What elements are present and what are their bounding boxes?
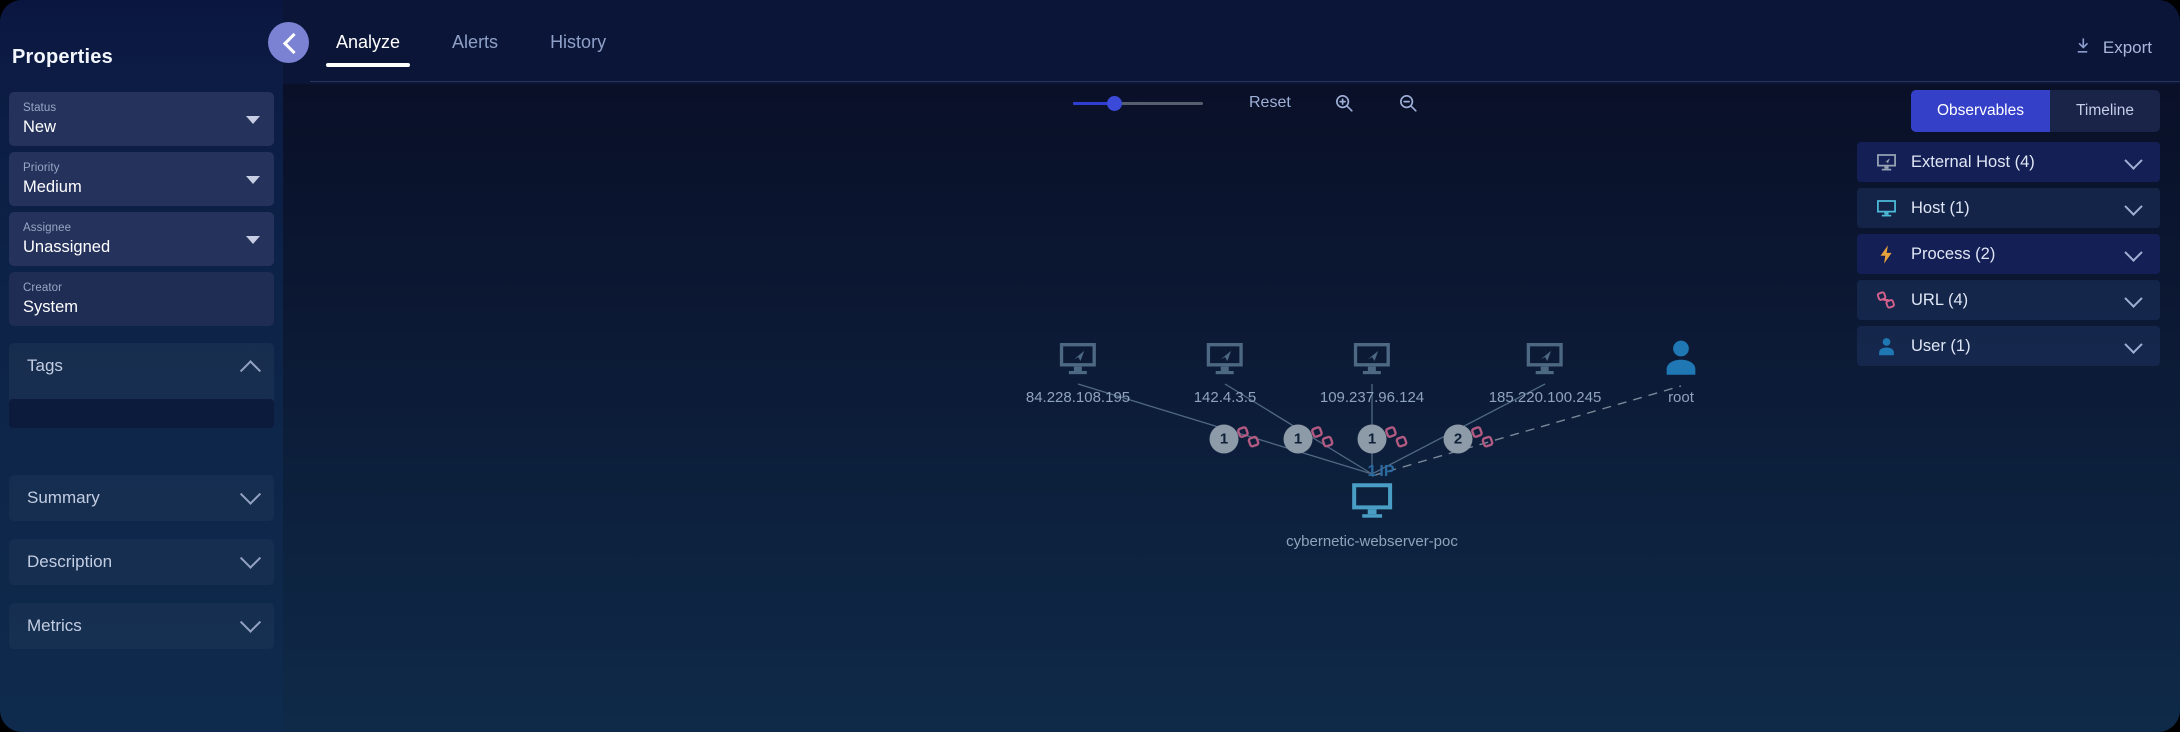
zoom-in-button[interactable]: [1333, 92, 1355, 114]
page-title: Properties: [12, 46, 113, 68]
assignee-label: Assignee: [23, 222, 72, 234]
center-ip-badge: 1 IP: [1367, 463, 1394, 481]
chevron-up-icon: [239, 360, 262, 382]
priority-field[interactable]: Priority Medium: [9, 152, 274, 206]
host-monitor-icon: [1875, 197, 1897, 219]
edge-badge[interactable]: 1: [1357, 424, 1387, 454]
incident-analyze-window: Properties Status New Priority Medium As…: [0, 0, 2180, 732]
zoom-slider[interactable]: [1073, 93, 1203, 113]
observable-url[interactable]: URL (4): [1857, 280, 2160, 320]
chevron-down-icon: [239, 483, 262, 505]
link-chain-icon: [1310, 425, 1336, 456]
section-summary-header[interactable]: Summary: [9, 475, 274, 521]
zoom-slider-thumb[interactable]: [1107, 96, 1122, 111]
observable-label: External Host (4): [1911, 152, 2035, 171]
zoom-controls: Reset: [1073, 92, 1419, 114]
edge-badge[interactable]: 2: [1443, 424, 1473, 454]
section-description-label: Description: [27, 552, 113, 571]
observable-label: User (1): [1911, 336, 1971, 355]
graph-node-external-host[interactable]: 142.4.3.5: [1193, 339, 1257, 406]
observable-user[interactable]: User (1): [1857, 326, 2160, 366]
graph-node-external-host[interactable]: 109.237.96.124: [1320, 339, 1424, 406]
section-summary[interactable]: Summary: [9, 475, 274, 521]
chevron-down-icon: [246, 176, 260, 184]
graph-canvas[interactable]: Reset Observables Timeline External Host…: [283, 84, 2180, 732]
node-label: 84.228.108.195: [1025, 389, 1131, 406]
chevron-down-icon: [239, 547, 262, 569]
observable-label: URL (4): [1911, 290, 1969, 309]
priority-value: Medium: [23, 178, 82, 196]
graph-node-external-host[interactable]: 84.228.108.195: [1026, 339, 1130, 406]
section-metrics-label: Metrics: [27, 616, 82, 635]
node-label: 185.220.100.245: [1488, 389, 1602, 406]
creator-value: System: [23, 298, 79, 316]
observable-process[interactable]: Process (2): [1857, 234, 2160, 274]
chevron-down-icon: [2124, 243, 2143, 262]
chevron-down-icon: [2124, 197, 2143, 216]
chevron-down-icon: [246, 236, 260, 244]
external-host-icon: [1875, 151, 1897, 173]
chevron-down-icon: [2124, 335, 2143, 354]
graph-node-host[interactable]: cybernetic-webserver-poc: [1286, 479, 1458, 550]
observable-external-host[interactable]: External Host (4): [1857, 142, 2160, 182]
toggle-timeline[interactable]: Timeline: [2050, 90, 2160, 132]
priority-label: Priority: [23, 162, 60, 174]
node-label: root: [1668, 389, 1694, 406]
tags-input[interactable]: [9, 399, 274, 428]
lightning-icon: [1875, 243, 1897, 265]
observable-label: Host (1): [1911, 198, 1970, 217]
properties-sidebar: Properties Status New Priority Medium As…: [0, 0, 283, 732]
chevron-down-icon: [2124, 289, 2143, 308]
assignee-field[interactable]: Assignee Unassigned: [9, 212, 274, 266]
chevron-down-icon: [239, 611, 262, 633]
view-toggle: Observables Timeline: [1910, 90, 2160, 132]
center-ip-unit: IP: [1379, 463, 1395, 480]
section-tags-header[interactable]: Tags: [9, 343, 274, 389]
status-label: Status: [23, 102, 57, 114]
graph-node-external-host[interactable]: 185.220.100.245: [1488, 339, 1602, 406]
tab-history[interactable]: History: [524, 32, 632, 67]
status-value: New: [23, 118, 57, 136]
reset-button[interactable]: Reset: [1249, 94, 1291, 112]
export-button[interactable]: Export: [2073, 36, 2152, 60]
export-label: Export: [2102, 38, 2152, 57]
link-chain-icon: [1236, 425, 1262, 456]
observable-host[interactable]: Host (1): [1857, 188, 2160, 228]
node-label: 142.4.3.5: [1193, 389, 1257, 406]
section-summary-label: Summary: [27, 488, 100, 507]
observables-list: External Host (4) Host (1) Process (2) U…: [1857, 142, 2160, 372]
link-chain-icon: [1875, 289, 1897, 311]
section-description[interactable]: Description: [9, 539, 274, 585]
download-icon: [2073, 36, 2092, 60]
zoom-out-button[interactable]: [1397, 92, 1419, 114]
edge-badge[interactable]: 1: [1209, 424, 1239, 454]
section-metrics[interactable]: Metrics: [9, 603, 274, 649]
tab-alerts[interactable]: Alerts: [426, 32, 524, 67]
creator-label: Creator: [23, 282, 63, 294]
tab-bar-divider: [310, 81, 2180, 82]
creator-field: Creator System: [9, 272, 274, 326]
user-person-icon: [1875, 335, 1897, 357]
link-chain-icon: [1470, 425, 1496, 456]
chevron-down-icon: [246, 116, 260, 124]
tab-bar: Analyze Alerts History: [310, 32, 632, 67]
section-description-header[interactable]: Description: [9, 539, 274, 585]
graph-node-user[interactable]: root: [1660, 337, 1702, 406]
tab-analyze[interactable]: Analyze: [310, 32, 426, 67]
section-metrics-header[interactable]: Metrics: [9, 603, 274, 649]
center-ip-count: 1: [1367, 463, 1377, 480]
node-label: cybernetic-webserver-poc: [1286, 533, 1458, 550]
chevron-down-icon: [2124, 151, 2143, 170]
link-chain-icon: [1384, 425, 1410, 456]
assignee-value: Unassigned: [23, 238, 111, 256]
toggle-observables[interactable]: Observables: [1910, 90, 2050, 132]
node-label: 109.237.96.124: [1319, 389, 1425, 406]
edge-badge[interactable]: 1: [1283, 424, 1313, 454]
observable-label: Process (2): [1911, 244, 1996, 263]
section-tags-label: Tags: [27, 356, 63, 375]
top-bar: Analyze Alerts History Export: [283, 0, 2180, 84]
collapse-sidebar-button[interactable]: [268, 22, 309, 63]
status-field[interactable]: Status New: [9, 92, 274, 146]
